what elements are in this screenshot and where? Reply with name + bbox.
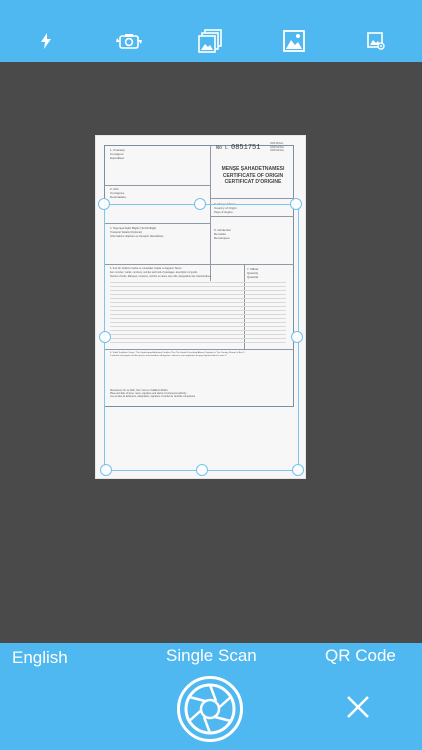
certificate-number: No L 0851751 (216, 144, 261, 152)
field-remarks: 5. Gözlemler Remarks Remarques (214, 228, 232, 240)
crop-handle-bottom-right[interactable] (292, 464, 304, 476)
image-settings-icon[interactable] (363, 28, 389, 54)
divider (210, 216, 294, 217)
top-toolbar (0, 0, 422, 62)
crop-handle-top[interactable] (194, 198, 206, 210)
field-country-of-origin: 3. Menşe Ülkesi Country of Origin Pays d… (214, 202, 237, 214)
rotate-camera-icon[interactable] (114, 28, 144, 54)
flash-icon[interactable] (33, 28, 59, 54)
field-quantity: 7. Miktar Quantity Quantité (247, 267, 259, 279)
bottom-bar: English Single Scan QR Code (0, 643, 422, 750)
field-certification: 8. Yetkili Teşkilatın Onayı / The Unders… (110, 352, 245, 358)
scanned-document: No L 0851751 ORIJINAL ORIGINAL ORIGINAL M… (96, 136, 305, 478)
crop-handle-top-right[interactable] (290, 198, 302, 210)
crop-handle-left[interactable] (99, 331, 111, 343)
shutter-icon (184, 683, 236, 735)
faint-text-block (110, 282, 286, 344)
close-icon (347, 696, 369, 718)
language-button[interactable]: English (12, 648, 68, 668)
close-button[interactable] (344, 693, 372, 721)
divider (104, 223, 210, 224)
single-scan-button[interactable]: Single Scan (166, 646, 257, 666)
field-place-date: Düzenlenen Yer ve Tarih, İsim, İmza ve Y… (110, 390, 196, 399)
original-label: ORIJINAL ORIGINAL ORIGINAL (270, 141, 285, 152)
qr-code-button[interactable]: QR Code (325, 646, 396, 666)
shutter-button[interactable] (177, 676, 243, 742)
divider (210, 198, 294, 199)
divider (104, 264, 294, 265)
field-transport-details: 4. Taşımaya İlişkin Bilgiler (Tercihi Ba… (110, 227, 164, 238)
field-consignor: 1. Ihracatçi Consignor Expéditeur (110, 148, 125, 160)
divider (104, 349, 294, 350)
crop-handle-right[interactable] (291, 331, 303, 343)
gallery-icon[interactable] (281, 28, 307, 54)
certificate-title: MENŞE ŞAHADETNAMESI CERTIFICATE OF ORIGI… (221, 166, 285, 185)
crop-handle-bottom-left[interactable] (100, 464, 112, 476)
crop-handle-bottom[interactable] (196, 464, 208, 476)
multi-image-icon[interactable] (197, 28, 223, 54)
crop-handle-top-left[interactable] (98, 198, 110, 210)
field-consignee: 2. Alici Consignee Destinataire (110, 187, 127, 199)
divider (104, 185, 210, 186)
field-item-description: 6. Sıra No; Kolilerin marka ve numaralar… (110, 267, 211, 278)
divider (210, 145, 211, 281)
